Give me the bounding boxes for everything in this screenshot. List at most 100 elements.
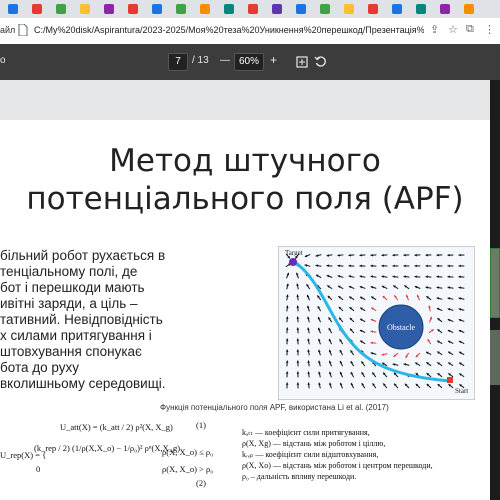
target-marker bbox=[289, 258, 297, 266]
field-arrow-head bbox=[296, 382, 300, 385]
browser-tab-favicon[interactable] bbox=[416, 4, 426, 14]
browser-tab-favicon[interactable] bbox=[296, 4, 306, 14]
legend-line: kₐₜₜ — коефіцієнт сили притягування, bbox=[242, 428, 370, 437]
legend-line: ρ(X, Xg) — відстань між роботом і ціллю, bbox=[242, 439, 386, 448]
formula-repulsive-case2: 0 bbox=[36, 464, 41, 474]
fit-page-icon[interactable] bbox=[296, 56, 308, 68]
browser-tab-favicon[interactable] bbox=[80, 4, 90, 14]
legend-line: kᵣₑₚ — коефіцієнт сили відштовхування, bbox=[242, 450, 379, 459]
field-arrow-head bbox=[326, 264, 329, 268]
field-arrow-head bbox=[447, 264, 450, 268]
field-arrow-head bbox=[458, 264, 461, 268]
rotate-icon[interactable] bbox=[314, 55, 327, 68]
body-line: штовхування спонукає bbox=[0, 344, 142, 359]
legend-line: ρ(X, Xo) — відстань між роботом і центро… bbox=[242, 461, 433, 470]
browser-tab-favicon[interactable] bbox=[464, 4, 474, 14]
menu-icon[interactable]: ⋮ bbox=[484, 23, 495, 36]
formula-number: (1) bbox=[196, 420, 206, 430]
field-arrow-head bbox=[285, 360, 289, 363]
field-arrow-head bbox=[285, 316, 289, 319]
start-marker bbox=[447, 377, 453, 383]
field-arrow-head bbox=[285, 349, 289, 352]
legend-line: ρ₀ – дальність впливу перешкоди. bbox=[242, 472, 357, 481]
browser-tab-favicon[interactable] bbox=[176, 4, 186, 14]
address-prefix: айл bbox=[0, 25, 16, 35]
share-icon[interactable]: ⇪ bbox=[430, 23, 439, 36]
zoom-in-button[interactable]: + bbox=[270, 53, 277, 67]
field-arrow-head bbox=[296, 338, 300, 341]
slide-body-text: більний робот рухається в тенціальному п… bbox=[0, 248, 270, 392]
page-total: / 13 bbox=[192, 55, 209, 66]
page-number-input[interactable]: 7 bbox=[168, 53, 188, 71]
formula-repulsive-case1: (k_rep / 2) (1/ρ(X,X_o) − 1/ρ₀)² ρⁿ(X,X_… bbox=[34, 443, 181, 453]
video-thumbnail[interactable] bbox=[490, 330, 500, 385]
browser-tab-favicon[interactable] bbox=[200, 4, 210, 14]
file-icon bbox=[18, 24, 28, 36]
field-arrow-head bbox=[285, 327, 289, 330]
field-arrow-head bbox=[370, 253, 373, 257]
browser-tab-strip bbox=[0, 0, 500, 18]
formula-number: (2) bbox=[196, 478, 206, 488]
extensions-icon[interactable]: ⧉ bbox=[466, 23, 474, 36]
browser-tab-favicon[interactable] bbox=[152, 4, 162, 14]
zoom-level-input[interactable]: 60% bbox=[234, 53, 264, 71]
video-thumbnail[interactable] bbox=[490, 248, 500, 318]
field-arrow-head bbox=[458, 253, 461, 257]
pdf-page-gap bbox=[0, 80, 500, 120]
slide-title-line: Метод штучного bbox=[109, 143, 381, 179]
field-arrow-head bbox=[447, 275, 450, 279]
obstacle-label: Obstacle bbox=[387, 323, 415, 332]
browser-tab-favicon[interactable] bbox=[272, 4, 282, 14]
browser-tab-favicon[interactable] bbox=[128, 4, 138, 14]
slide-title: Метод штучного потенціального поля (APF) bbox=[0, 142, 490, 218]
field-arrow-head bbox=[370, 341, 373, 345]
browser-tab-favicon[interactable] bbox=[392, 4, 402, 14]
field-arrow-head bbox=[296, 349, 300, 352]
browser-tab-favicon[interactable] bbox=[32, 4, 42, 14]
field-arrow-head bbox=[370, 264, 373, 268]
field-arrow-head bbox=[285, 371, 289, 374]
slide-title-line: потенціального поля (APF) bbox=[26, 181, 464, 217]
field-arrow-head bbox=[359, 253, 362, 257]
field-arrow-head bbox=[392, 253, 395, 257]
field-arrow-head bbox=[425, 264, 428, 268]
field-arrow-head bbox=[337, 264, 340, 268]
field-arrow-head bbox=[381, 253, 384, 257]
browser-tab-favicon[interactable] bbox=[344, 4, 354, 14]
field-arrow-head bbox=[458, 275, 461, 279]
browser-tab-favicon[interactable] bbox=[320, 4, 330, 14]
body-line: х силами притягування і bbox=[0, 328, 152, 343]
address-bar[interactable]: айл C:/My%20disk/Aspirantura/2023-2025/М… bbox=[0, 18, 500, 45]
body-line: тенціальному полі, де bbox=[0, 264, 138, 279]
field-arrow-head bbox=[436, 275, 439, 279]
address-url[interactable]: C:/My%20disk/Aspirantura/2023-2025/Моя%2… bbox=[34, 25, 424, 35]
start-label: Start bbox=[455, 387, 468, 395]
browser-tab-favicon[interactable] bbox=[104, 4, 114, 14]
field-arrow-head bbox=[296, 360, 300, 363]
field-arrow-head bbox=[392, 264, 395, 268]
body-line: вколишньому середовищі. bbox=[0, 376, 166, 391]
potential-field-diagram: Obstacle Target Start bbox=[285, 249, 468, 395]
browser-tab-favicon[interactable] bbox=[8, 4, 18, 14]
field-arrow-head bbox=[296, 371, 300, 374]
field-arrow-head bbox=[285, 338, 289, 341]
body-line: ивітні заряди, а ціль – bbox=[0, 296, 138, 311]
browser-tab-favicon[interactable] bbox=[224, 4, 234, 14]
zoom-out-button[interactable]: — bbox=[220, 55, 230, 66]
browser-tab-favicon[interactable] bbox=[248, 4, 258, 14]
field-arrow-head bbox=[381, 264, 384, 268]
browser-tab-favicon[interactable] bbox=[56, 4, 66, 14]
body-line: бот і перешкоди мають bbox=[0, 280, 145, 295]
browser-tab-favicon[interactable] bbox=[368, 4, 378, 14]
field-arrow-head bbox=[296, 305, 300, 308]
field-arrow-head bbox=[359, 264, 362, 268]
figure-caption: Функція потенціального поля APF, викорис… bbox=[160, 403, 389, 412]
target-label: Target bbox=[285, 249, 303, 257]
bookmark-star-icon[interactable]: ☆ bbox=[448, 23, 458, 36]
pdf-toolbar: о 7 / 13 — 60% + bbox=[0, 44, 500, 80]
field-arrow-head bbox=[425, 275, 428, 279]
browser-tab-favicon[interactable] bbox=[440, 4, 450, 14]
field-arrow-head bbox=[447, 253, 450, 257]
formula-attractive: U_att(X) = (k_att / 2) ρ²(X, X_g) bbox=[60, 422, 173, 432]
body-line: більний робот рухається в bbox=[0, 248, 166, 263]
